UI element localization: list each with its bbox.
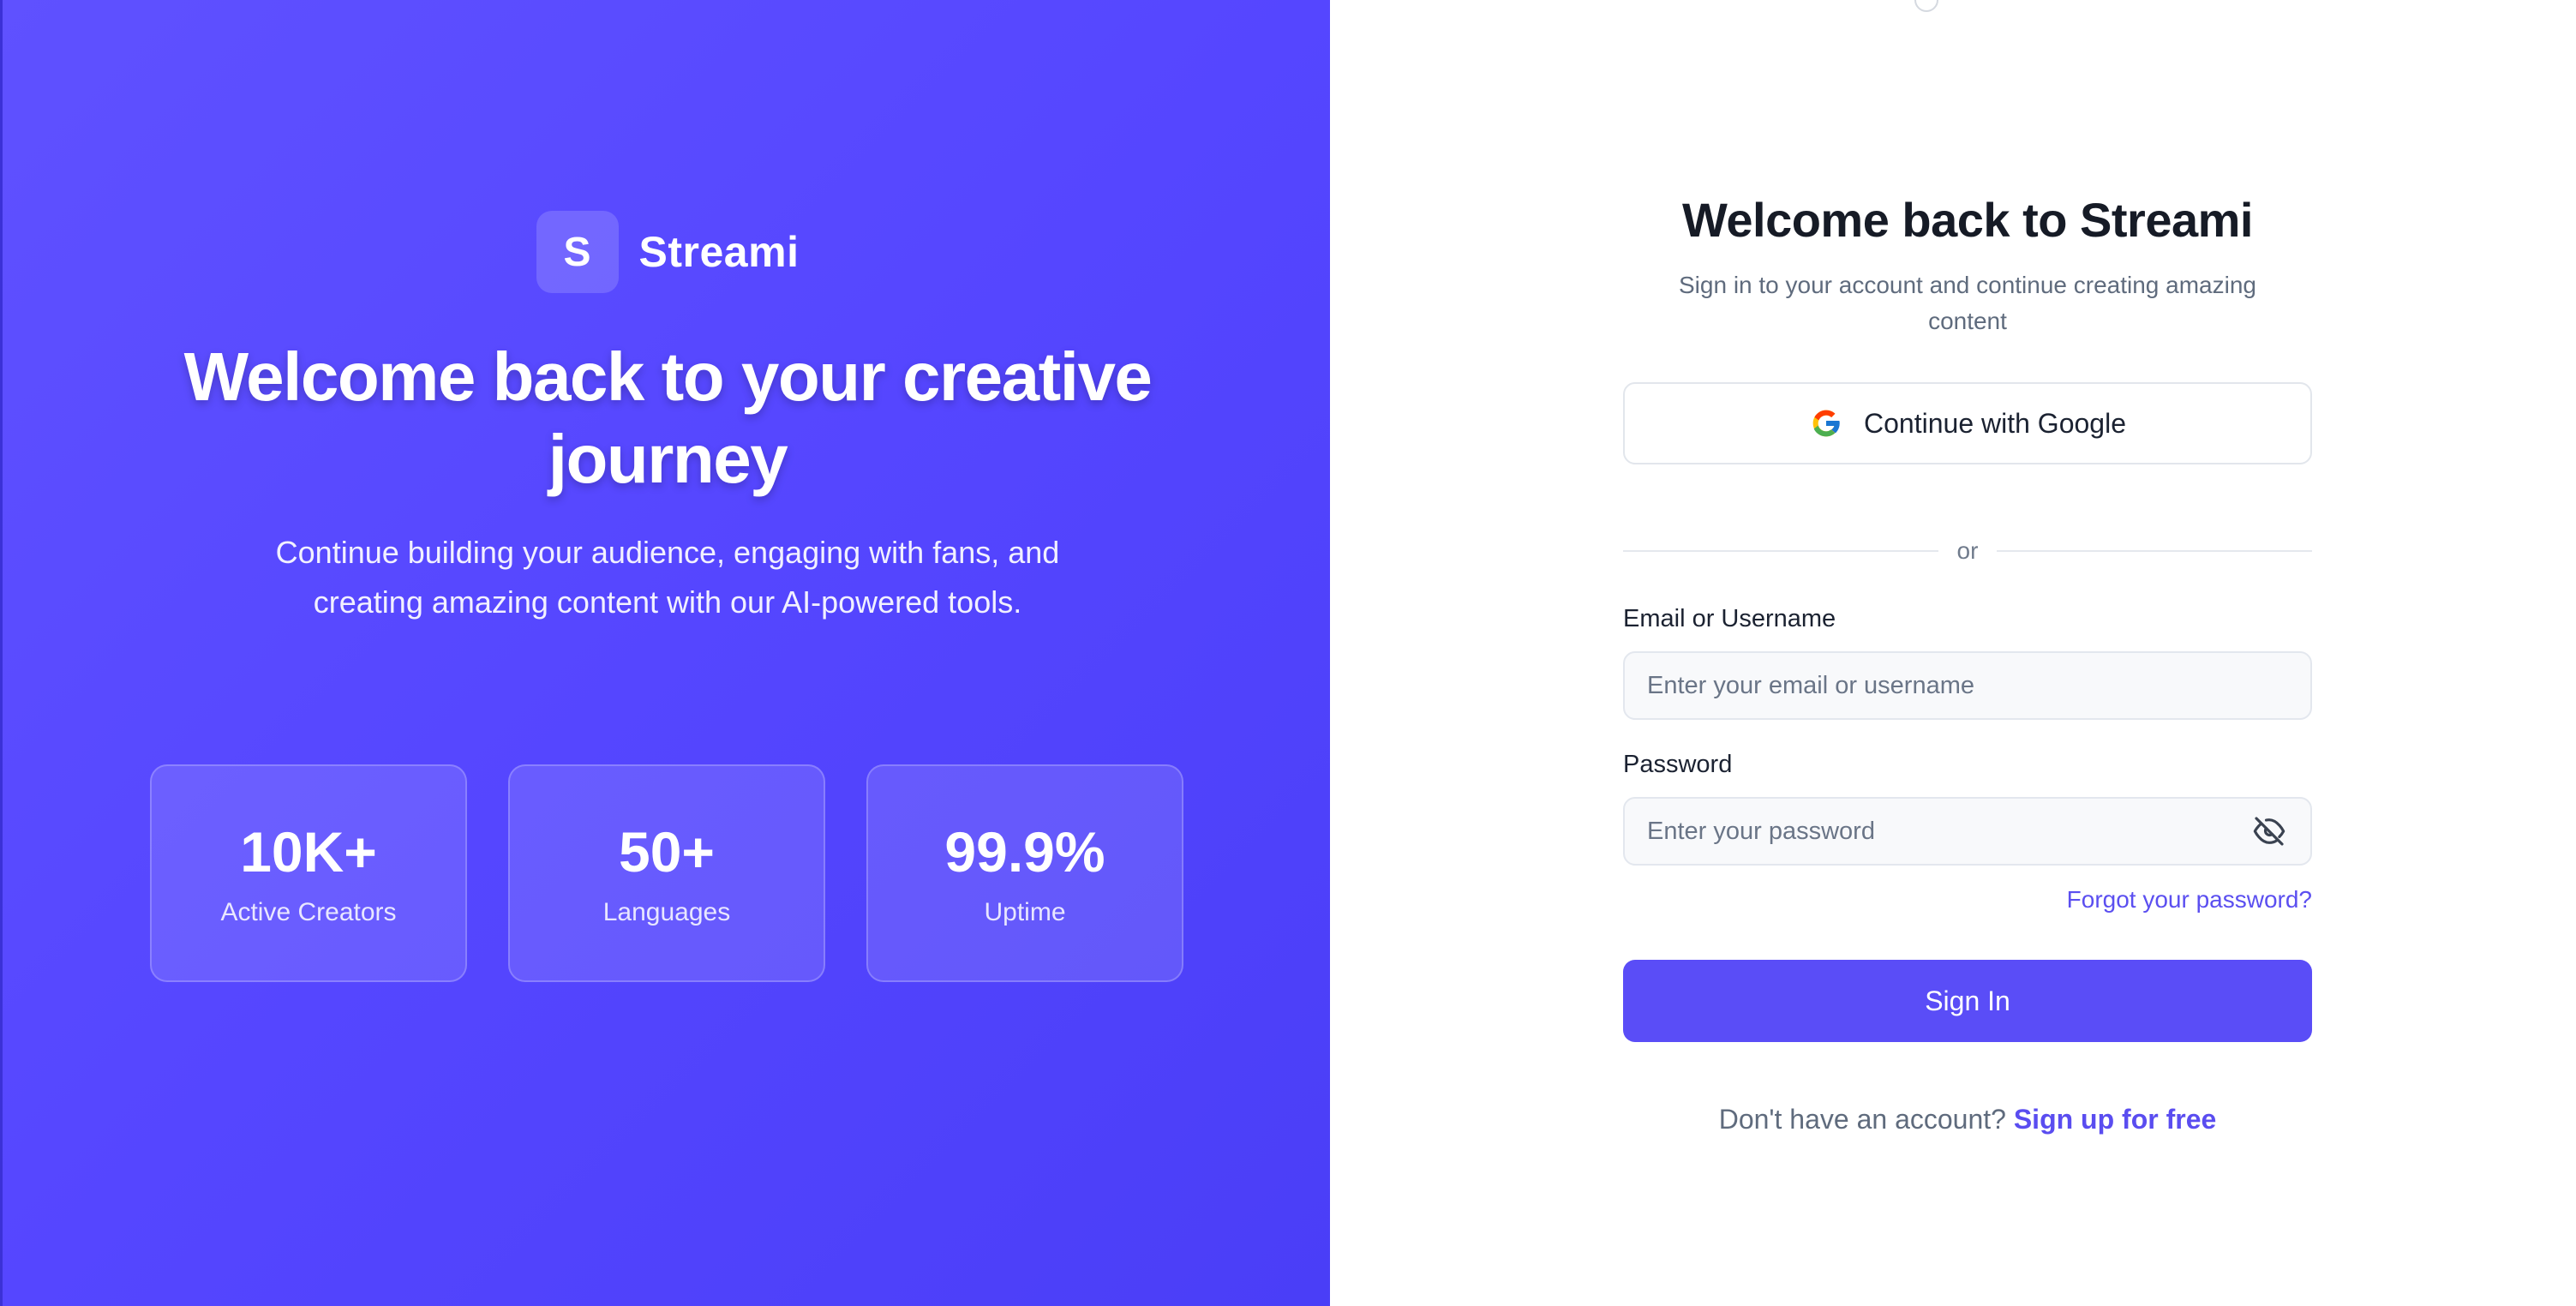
- stats-row: 10K+ Active Creators 50+ Languages 99.9%…: [150, 764, 1183, 982]
- password-field[interactable]: [1647, 817, 2250, 846]
- signup-prompt: Don't have an account?: [1718, 1104, 2006, 1135]
- password-field-wrapper: [1623, 797, 2312, 866]
- login-page: S Streami Welcome back to your creative …: [0, 0, 2576, 1306]
- signup-row: Don't have an account? Sign up for free: [1623, 1104, 2312, 1135]
- or-divider: or: [1623, 537, 2312, 564]
- email-field[interactable]: [1647, 671, 2288, 700]
- email-label: Email or Username: [1623, 605, 1836, 632]
- sign-in-button[interactable]: Sign In: [1623, 960, 2312, 1042]
- divider-text: or: [1956, 537, 1979, 564]
- signup-link[interactable]: Sign up for free: [2014, 1104, 2216, 1135]
- email-field-wrapper: [1623, 651, 2312, 720]
- divider-line-left: [1623, 550, 1938, 552]
- stat-value: 50+: [619, 820, 715, 884]
- brand: S Streami: [3, 211, 1330, 293]
- form-subtitle: Sign in to your account and continue cre…: [1679, 272, 2256, 334]
- forgot-password-link[interactable]: Forgot your password?: [2067, 886, 2312, 914]
- google-signin-button[interactable]: Continue with Google: [1623, 382, 2312, 464]
- hero-panel: S Streami Welcome back to your creative …: [0, 0, 1330, 1306]
- divider-line-right: [1997, 550, 2312, 552]
- google-button-label: Continue with Google: [1864, 407, 2126, 439]
- signin-panel: Welcome back to Streami Sign in to your …: [1330, 0, 2576, 1306]
- stat-label: Uptime: [984, 898, 1066, 926]
- form-title: Welcome back to Streami: [1682, 193, 2253, 247]
- eye-off-icon[interactable]: [2250, 812, 2288, 850]
- stat-label: Languages: [602, 898, 731, 926]
- stat-card-creators: 10K+ Active Creators: [150, 764, 467, 982]
- stat-label: Active Creators: [220, 898, 397, 926]
- hero-subtitle: Continue building your audience, engagin…: [275, 535, 1060, 620]
- stat-value: 99.9%: [944, 820, 1105, 884]
- google-icon: [1809, 406, 1843, 440]
- stat-card-uptime: 99.9% Uptime: [866, 764, 1183, 982]
- brand-name: Streami: [638, 228, 800, 276]
- password-label: Password: [1623, 751, 1733, 778]
- stat-value: 10K+: [240, 820, 377, 884]
- stat-card-languages: 50+ Languages: [508, 764, 825, 982]
- brand-logo: S: [536, 211, 619, 293]
- hero-title: Welcome back to your creative journey: [183, 338, 1153, 497]
- top-edge-circle: [1914, 0, 1938, 12]
